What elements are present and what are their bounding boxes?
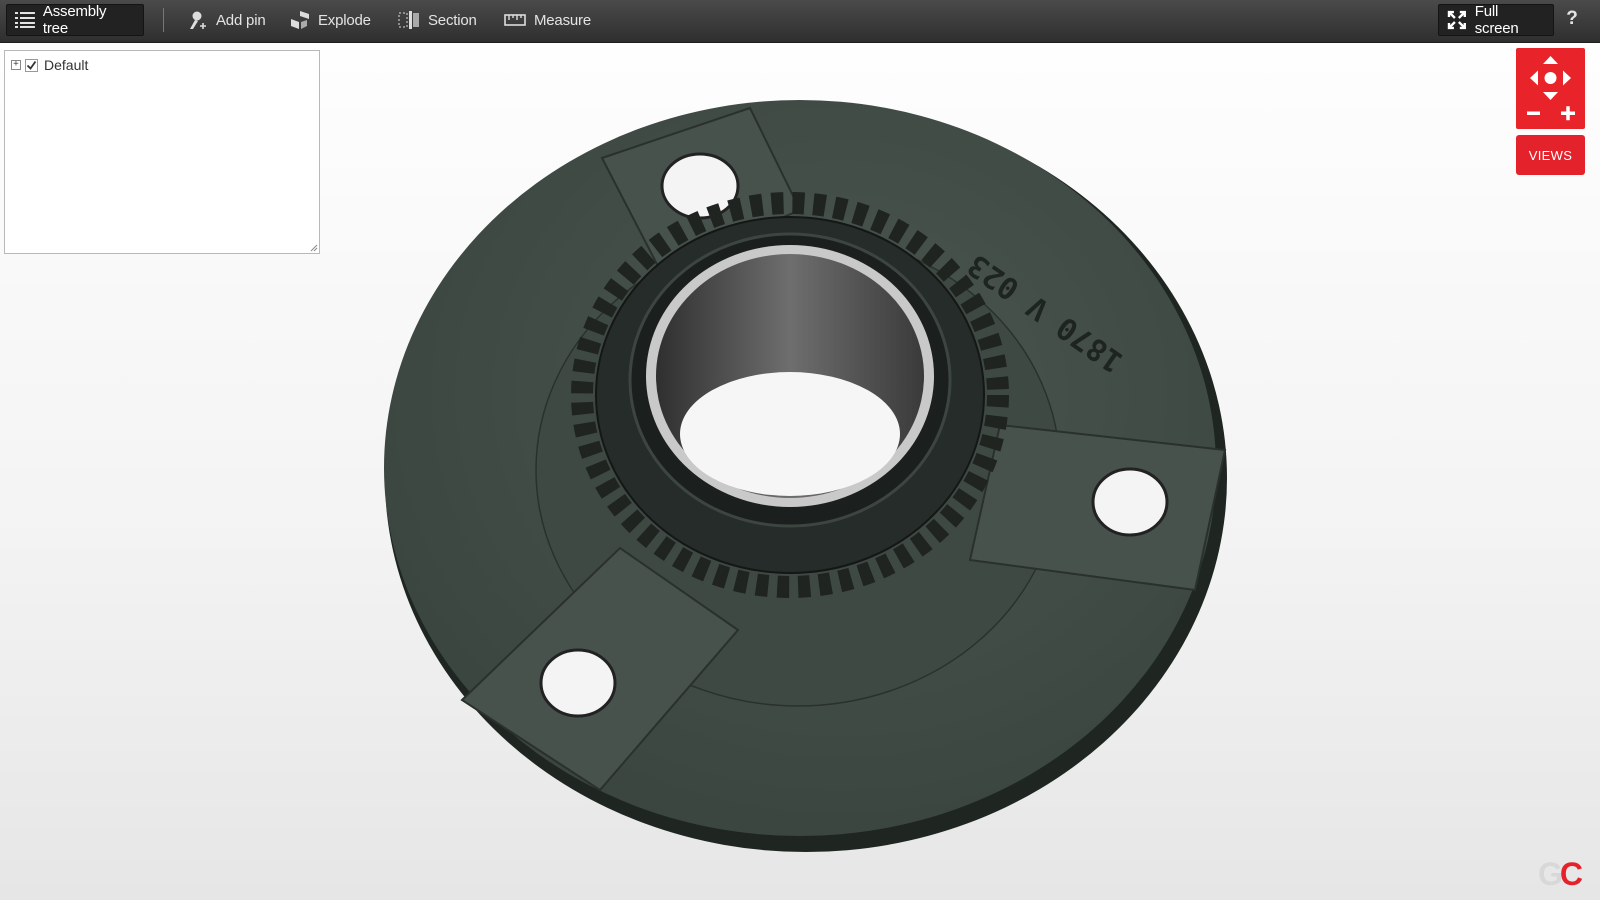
explode-label: Explode bbox=[318, 11, 371, 29]
full-screen-label: Full screen bbox=[1474, 3, 1519, 37]
measure-button[interactable]: Measure bbox=[504, 4, 591, 36]
main-toolbar: Assembly tree Add pin Explode Section Me… bbox=[0, 0, 1600, 43]
brand-logo-g: G bbox=[1538, 856, 1563, 892]
explode-button[interactable]: Explode bbox=[290, 4, 371, 36]
toolbar-divider bbox=[163, 8, 164, 32]
zoom-in-icon[interactable] bbox=[1561, 106, 1575, 121]
brand-logo-c: C bbox=[1559, 856, 1583, 892]
pan-up-icon[interactable] bbox=[1543, 56, 1558, 64]
help-button[interactable]: ? bbox=[1562, 6, 1582, 32]
pan-left-icon[interactable] bbox=[1530, 70, 1538, 86]
flange-part[interactable] bbox=[384, 100, 1227, 852]
section-icon bbox=[398, 11, 419, 29]
section-label: Section bbox=[428, 11, 477, 29]
mount-hole bbox=[660, 152, 740, 220]
section-button[interactable]: Section bbox=[398, 4, 477, 36]
explode-icon bbox=[291, 11, 309, 29]
assembly-tree-button[interactable]: Assembly tree bbox=[6, 3, 144, 37]
fullscreen-icon bbox=[1447, 10, 1466, 30]
pan-down-icon[interactable] bbox=[1543, 92, 1558, 100]
zoom-out-icon[interactable] bbox=[1527, 111, 1540, 116]
mount-hole bbox=[1091, 467, 1169, 537]
list-icon bbox=[15, 12, 35, 28]
add-pin-button[interactable]: Add pin bbox=[188, 4, 266, 36]
measure-label: Measure bbox=[534, 11, 591, 29]
add-pin-label: Add pin bbox=[216, 11, 266, 29]
tree-item-label: Default bbox=[44, 57, 89, 73]
views-button[interactable]: VIEWS bbox=[1516, 135, 1585, 175]
pin-icon bbox=[190, 11, 206, 29]
resize-grip-icon[interactable] bbox=[310, 244, 318, 252]
tree-item-default[interactable]: + Default bbox=[11, 57, 88, 73]
mount-hole bbox=[539, 648, 617, 718]
reset-view-icon[interactable] bbox=[1544, 72, 1557, 84]
assembly-tree-label: Assembly tree bbox=[42, 3, 107, 37]
ruler-icon bbox=[504, 14, 526, 26]
assembly-tree-panel: + Default bbox=[4, 50, 320, 254]
expand-icon[interactable]: + bbox=[11, 60, 21, 70]
brand-logo: GC bbox=[1538, 856, 1583, 892]
full-screen-button[interactable]: Full screen bbox=[1438, 3, 1554, 37]
pan-right-icon[interactable] bbox=[1563, 70, 1571, 86]
navigation-pad bbox=[1516, 48, 1585, 129]
checkbox-checked-icon[interactable] bbox=[25, 58, 38, 72]
